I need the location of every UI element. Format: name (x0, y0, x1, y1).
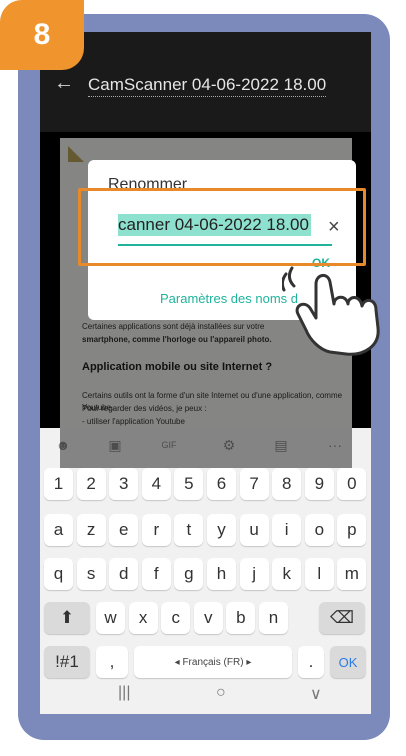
key-x[interactable]: x (128, 602, 158, 634)
shift-key[interactable]: ⬆ (44, 602, 90, 634)
key-b[interactable]: b (226, 602, 256, 634)
key-n[interactable]: n (259, 602, 288, 634)
system-navbar: ||| ○ ∨ (40, 676, 371, 714)
back-arrow-icon[interactable]: ← (54, 72, 74, 95)
key-y[interactable]: y (207, 514, 236, 546)
document-title[interactable]: CamScanner 04-06-2022 18.00 (88, 75, 327, 97)
key-v[interactable]: v (193, 602, 223, 634)
app-header: ← CamScanner 04-06-2022 18.00 (40, 32, 371, 132)
key-2[interactable]: 2 (76, 468, 106, 500)
key-s[interactable]: s (76, 558, 106, 590)
key-a[interactable]: a (44, 514, 73, 546)
key-0[interactable]: 0 (337, 468, 367, 500)
key-t[interactable]: t (174, 514, 204, 546)
key-1[interactable]: 1 (44, 468, 73, 500)
step-badge: 8 (0, 0, 84, 70)
key-4[interactable]: 4 (141, 468, 171, 500)
step-number: 8 (33, 18, 51, 51)
key-8[interactable]: 8 (272, 468, 302, 500)
key-m[interactable]: m (337, 558, 367, 590)
key-u[interactable]: u (239, 514, 269, 546)
key-q[interactable]: q (44, 558, 73, 590)
key-9[interactable]: 9 (304, 468, 334, 500)
space-key[interactable]: ◂ Français (FR) ▸ (134, 646, 292, 678)
key-l[interactable]: l (304, 558, 334, 590)
symbols-key[interactable]: !#1 (44, 646, 90, 678)
key-k[interactable]: k (272, 558, 302, 590)
key-i[interactable]: i (272, 514, 302, 546)
recent-apps-icon[interactable]: ||| (118, 684, 130, 702)
ok-key[interactable]: OK (330, 646, 366, 678)
key-r[interactable]: r (141, 514, 171, 546)
home-icon[interactable]: ○ (216, 684, 226, 702)
key-o[interactable]: o (304, 514, 334, 546)
period-key[interactable]: . (298, 646, 324, 678)
back-icon[interactable]: ∨ (310, 684, 322, 704)
key-5[interactable]: 5 (174, 468, 204, 500)
key-j[interactable]: j (239, 558, 269, 590)
backspace-key[interactable]: ⌫ (319, 602, 365, 634)
key-p[interactable]: p (337, 514, 367, 546)
key-7[interactable]: 7 (239, 468, 269, 500)
key-f[interactable]: f (141, 558, 171, 590)
key-3[interactable]: 3 (109, 468, 139, 500)
key-e[interactable]: e (109, 514, 139, 546)
key-c[interactable]: c (161, 602, 191, 634)
key-6[interactable]: 6 (207, 468, 236, 500)
key-g[interactable]: g (174, 558, 204, 590)
key-h[interactable]: h (207, 558, 236, 590)
comma-key[interactable]: , (96, 646, 128, 678)
name-settings-link[interactable]: Paramètres des noms d (160, 291, 298, 306)
key-w[interactable]: w (96, 602, 125, 634)
key-d[interactable]: d (109, 558, 139, 590)
keyboard: ☻ ▣ GIF ⚙ ▤ ··· 1234567890azertyuiopqsdf… (40, 428, 371, 714)
pointing-hand-icon (282, 266, 380, 356)
key-z[interactable]: z (76, 514, 106, 546)
